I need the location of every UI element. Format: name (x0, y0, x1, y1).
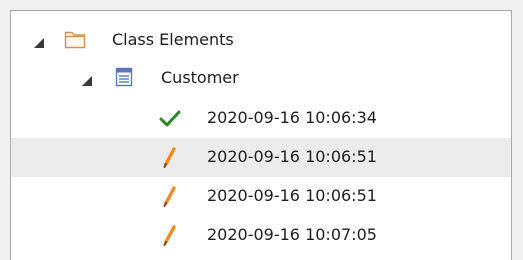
version-row[interactable]: 2020-09-16 10:06:34 (11, 99, 511, 138)
version-row[interactable]: 2020-09-16 10:07:05 (11, 216, 511, 255)
expand-collapse-icon[interactable] (34, 38, 44, 48)
version-row[interactable]: 2020-09-16 10:06:51 (11, 177, 511, 216)
version-row[interactable]: 2020-09-16 10:06:51 (11, 138, 511, 177)
pencil-icon (161, 147, 179, 169)
pencil-icon (161, 225, 179, 247)
version-timestamp: 2020-09-16 10:06:51 (207, 186, 377, 205)
tree-node-label: Customer (161, 68, 239, 87)
expand-collapse-icon[interactable] (82, 76, 92, 86)
tree-node-customer[interactable]: Customer (11, 59, 511, 98)
pencil-icon (161, 186, 179, 208)
version-timestamp: 2020-09-16 10:06:51 (207, 147, 377, 166)
version-timestamp: 2020-09-16 10:07:05 (207, 225, 377, 244)
version-timestamp: 2020-09-16 10:06:34 (207, 108, 377, 127)
checkmark-icon (159, 108, 181, 128)
tree-node-class-elements[interactable]: Class Elements (11, 21, 511, 60)
class-element-icon (115, 67, 133, 87)
version-tree-panel: Class Elements Customer 2020-09-16 10:06… (10, 10, 512, 260)
folder-icon (64, 29, 86, 49)
tree-node-label: Class Elements (112, 30, 234, 49)
